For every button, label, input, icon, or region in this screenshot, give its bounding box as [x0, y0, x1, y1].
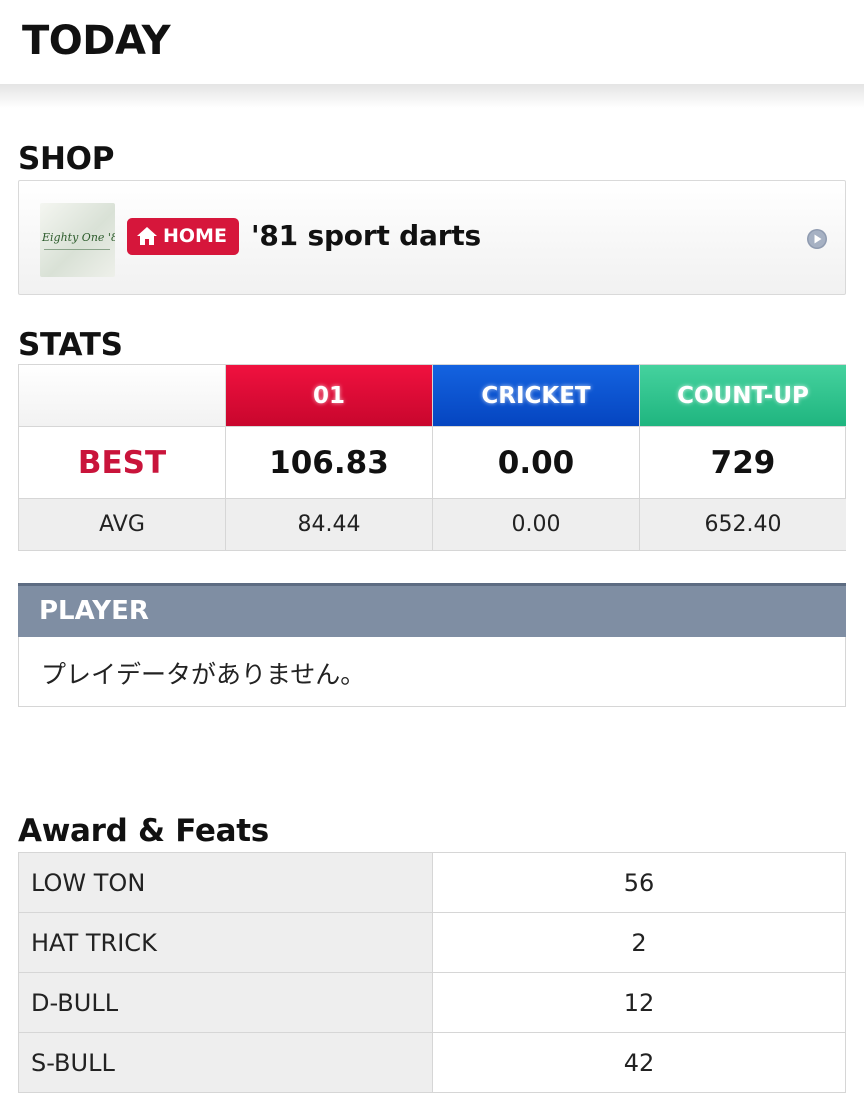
top-bar: TODAY	[0, 0, 864, 84]
home-badge: HOME	[127, 218, 239, 255]
award-value: 12	[623, 988, 655, 1017]
stats-header-01: 01	[226, 365, 433, 427]
stats-best-label: BEST	[19, 427, 226, 499]
stats-best-countup: 729	[640, 427, 846, 499]
stats-avg-label: AVG	[19, 499, 226, 550]
chevron-right-circle-icon[interactable]	[806, 228, 828, 250]
shop-logo-line	[44, 249, 110, 250]
stats-avg-cricket: 0.00	[433, 499, 640, 550]
shop-section-title: SHOP	[18, 141, 115, 177]
award-name-cell: LOW TON	[19, 853, 433, 912]
award-name: S-BULL	[31, 1049, 115, 1077]
table-row: LOW TON 56	[19, 853, 845, 913]
table-row: S-BULL 42	[19, 1033, 845, 1092]
player-message: プレイデータがありません。	[41, 660, 366, 689]
award-value: 42	[623, 1048, 655, 1077]
award-name: HAT TRICK	[31, 929, 157, 957]
top-bar-shadow	[0, 84, 864, 108]
player-header: PLAYER	[18, 583, 846, 637]
award-name: LOW TON	[31, 869, 146, 897]
stats-table: 01 CRICKET COUNT-UP BEST 106.83 0.00 729…	[18, 364, 846, 551]
table-row: D-BULL 12	[19, 973, 845, 1033]
awards-section-title: Award & Feats	[18, 813, 269, 849]
stats-header-cricket: CRICKET	[433, 365, 640, 427]
table-row: HAT TRICK 2	[19, 913, 845, 973]
shop-logo: Eighty One '81	[40, 203, 115, 277]
awards-table: LOW TON 56 HAT TRICK 2 D-BULL 12 S-BULL …	[18, 852, 846, 1093]
award-value: 56	[623, 868, 655, 897]
stats-best-01: 106.83	[226, 427, 433, 499]
award-name-cell: S-BULL	[19, 1033, 433, 1092]
player-title: PLAYER	[39, 596, 149, 626]
home-badge-label: HOME	[163, 225, 227, 247]
award-name: D-BULL	[31, 989, 119, 1017]
stats-avg-countup: 652.40	[640, 499, 846, 550]
stats-header-countup: COUNT-UP	[640, 365, 846, 427]
stats-section-title: STATS	[18, 327, 123, 363]
stats-corner-cell	[19, 365, 226, 427]
player-body: プレイデータがありません。	[18, 637, 846, 707]
shop-logo-text: Eighty One '81	[42, 231, 115, 244]
page-title: TODAY	[22, 18, 171, 64]
award-value: 2	[631, 928, 647, 957]
award-name-cell: HAT TRICK	[19, 913, 433, 972]
award-name-cell: D-BULL	[19, 973, 433, 1032]
house-icon	[137, 227, 157, 245]
stats-best-cricket: 0.00	[433, 427, 640, 499]
shop-card[interactable]: Eighty One '81 HOME '81 sport darts	[18, 180, 846, 295]
shop-name: '81 sport darts	[251, 219, 481, 252]
stats-avg-01: 84.44	[226, 499, 433, 550]
